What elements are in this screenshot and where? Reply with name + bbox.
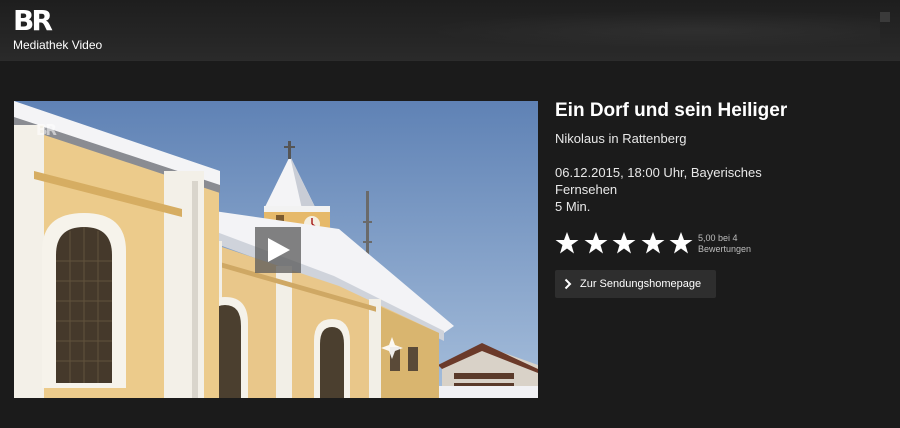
logo-mark: BR xyxy=(13,4,53,37)
br-logo[interactable]: BR Mediathek Video xyxy=(13,5,123,55)
star-icon[interactable] xyxy=(584,231,608,255)
star-icon[interactable] xyxy=(612,231,636,255)
video-watermark: BR xyxy=(36,121,57,139)
episode-subtitle: Nikolaus in Rattenberg xyxy=(555,131,687,146)
logo-subtitle: Mediathek Video xyxy=(13,38,103,52)
star-icon[interactable] xyxy=(669,231,693,255)
episode-info: Ein Dorf und sein Heiliger Nikolaus in R… xyxy=(555,99,885,298)
rating-summary: 5,00 bei 4 Bewertungen xyxy=(698,233,751,255)
header-texture xyxy=(420,10,880,50)
rating-score: 5,00 bei 4 xyxy=(698,233,738,243)
broadcast-info: 06.12.2015, 18:00 Uhr, Bayerisches Ferns… xyxy=(555,165,762,197)
show-homepage-button[interactable]: Zur Sendungshomepage xyxy=(555,270,716,298)
play-icon xyxy=(268,238,290,262)
star-icon[interactable] xyxy=(641,231,665,255)
star-icon[interactable] xyxy=(555,231,579,255)
episode-title: Ein Dorf und sein Heiliger xyxy=(555,100,788,121)
rating-widget: 5,00 bei 4 Bewertungen xyxy=(555,231,885,257)
rating-count: Bewertungen xyxy=(698,244,752,254)
episode-meta: 06.12.2015, 18:00 Uhr, Bayerisches Ferns… xyxy=(555,164,785,215)
header-bar: BR Mediathek Video xyxy=(0,0,900,61)
chevron-right-icon xyxy=(564,278,572,290)
show-homepage-label: Zur Sendungshomepage xyxy=(580,278,702,290)
duration: 5 Min. xyxy=(555,199,591,214)
window-control[interactable] xyxy=(880,12,890,22)
video-player[interactable]: BR xyxy=(14,101,538,398)
play-button[interactable] xyxy=(255,227,301,273)
